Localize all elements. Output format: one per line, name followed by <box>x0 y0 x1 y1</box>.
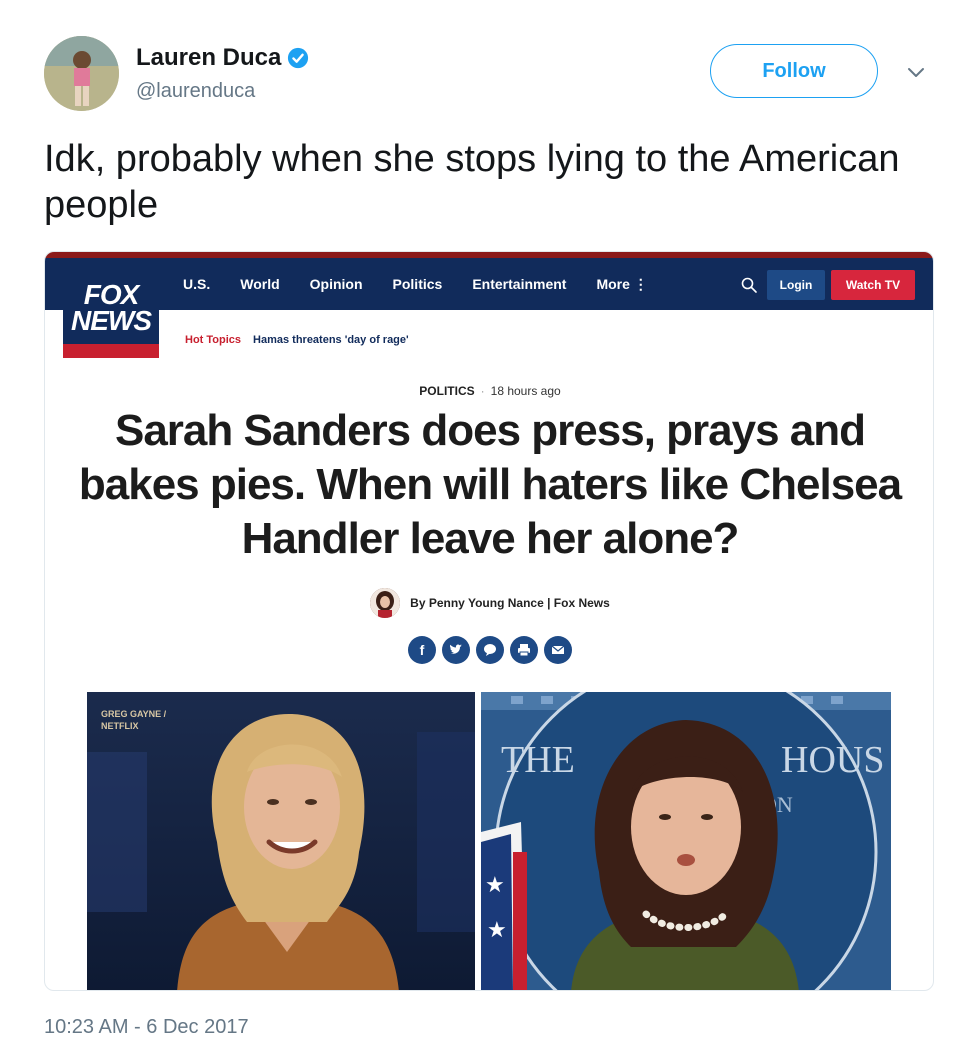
photo-credit: GREG GAYNE / NETFLIX <box>101 708 166 732</box>
site-header: FOX NEWS U.S. World Opinion Politics Ent… <box>45 252 933 362</box>
article-time: 18 hours ago <box>490 384 561 398</box>
chevron-down-icon[interactable] <box>904 60 928 84</box>
comment-icon[interactable] <box>476 636 504 664</box>
facebook-icon[interactable]: f <box>408 636 436 664</box>
tweet-text: Idk, probably when she stops lying to th… <box>44 138 900 226</box>
hot-topics-bar: Hot Topics Hamas threatens 'day of rage' <box>185 334 409 346</box>
nav-us[interactable]: U.S. <box>183 276 210 293</box>
share-buttons: f <box>45 636 933 664</box>
author-avatar[interactable] <box>44 36 119 111</box>
byline-text[interactable]: By Penny Young Nance | Fox News <box>410 596 610 610</box>
svg-text:★: ★ <box>487 917 507 942</box>
tweet-timestamp[interactable]: 10:23 AM - 6 Dec 2017 <box>44 1016 249 1039</box>
logo-red-stripe <box>63 344 159 358</box>
nav-world[interactable]: World <box>240 276 279 293</box>
follow-button[interactable]: Follow <box>710 44 878 98</box>
logo-line-news: NEWS <box>71 305 152 336</box>
attached-image[interactable]: FOX NEWS U.S. World Opinion Politics Ent… <box>44 251 934 991</box>
author-name-text[interactable]: Lauren Duca <box>136 44 281 72</box>
search-icon[interactable] <box>740 276 758 294</box>
article-meta: POLITICS · 18 hours ago <box>45 384 933 398</box>
author-handle[interactable]: @laurenduca <box>136 80 255 103</box>
nav-opinion[interactable]: Opinion <box>310 276 363 293</box>
print-icon[interactable] <box>510 636 538 664</box>
author-name[interactable]: Lauren Duca <box>136 44 309 72</box>
watch-tv-button[interactable]: Watch TV <box>831 270 915 300</box>
article-headline: Sarah Sanders does press, prays and bake… <box>78 406 902 563</box>
article-byline: By Penny Young Nance | Fox News <box>45 588 933 618</box>
verified-badge-icon <box>288 47 309 69</box>
photo-chelsea-handler: GREG GAYNE / NETFLIX <box>87 692 475 990</box>
hot-topic-link[interactable]: Hamas threatens 'day of rage' <box>253 334 409 346</box>
podium-text-right: HOUS <box>781 739 884 781</box>
photo-credit-line1: GREG GAYNE / <box>101 709 167 719</box>
photo-credit-line2: NETFLIX <box>101 721 139 731</box>
article-category[interactable]: POLITICS <box>419 384 474 398</box>
fox-news-logo[interactable]: FOX NEWS <box>63 258 159 356</box>
svg-text:★: ★ <box>485 872 505 897</box>
site-nav: U.S. World Opinion Politics Entertainmen… <box>183 276 648 293</box>
hot-topics-label: Hot Topics <box>185 334 242 346</box>
nav-more[interactable]: More ⋮ <box>596 276 647 293</box>
podium-text-left: THE <box>501 739 575 781</box>
nav-politics[interactable]: Politics <box>393 276 443 293</box>
twitter-icon[interactable] <box>442 636 470 664</box>
nav-entertainment[interactable]: Entertainment <box>472 276 566 293</box>
meta-separator: · <box>480 384 485 398</box>
email-icon[interactable] <box>544 636 572 664</box>
login-button[interactable]: Login <box>767 270 825 300</box>
author-photo <box>370 588 401 618</box>
photo-sarah-sanders: THE HOUS ON ★ ★ <box>481 692 891 990</box>
